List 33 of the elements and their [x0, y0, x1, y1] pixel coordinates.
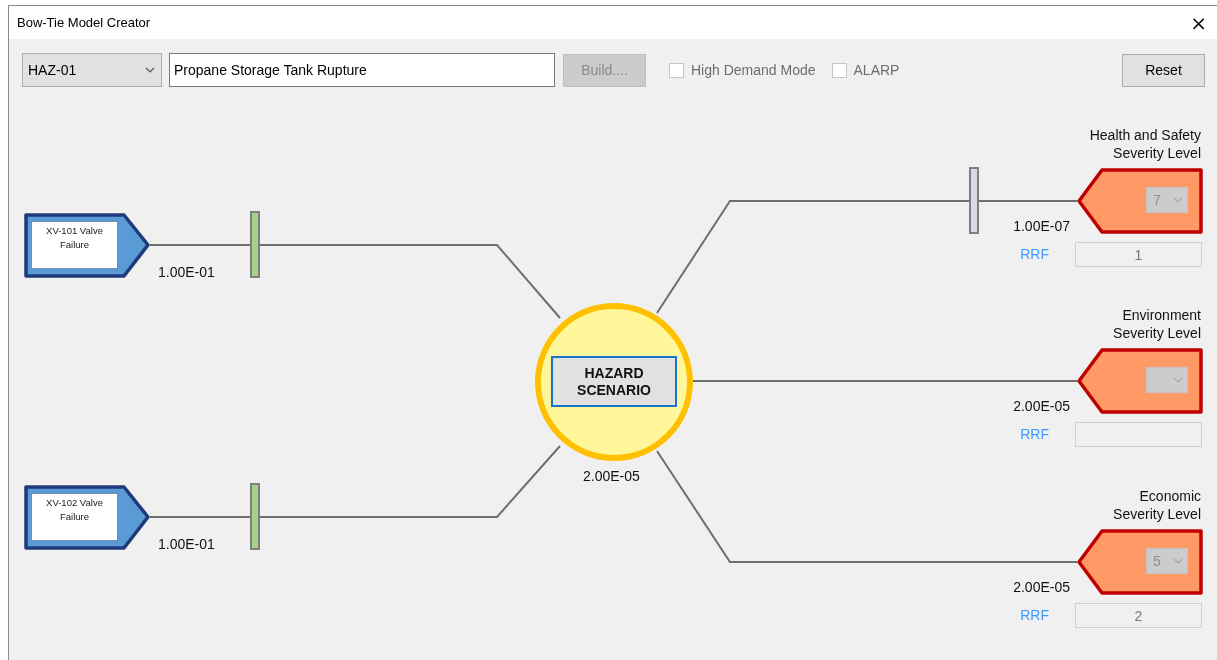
- severity-title: Environment Severity Level: [1112, 306, 1201, 342]
- threat-node[interactable]: XV-102 Valve Failure: [24, 485, 150, 550]
- severity-title: Health and Safety Severity Level: [1088, 126, 1201, 162]
- severity-title: Economic Severity Level: [1112, 487, 1201, 523]
- frequency-value: 2.00E-05: [1013, 398, 1070, 414]
- threat-label: XV-101 Valve Failure: [31, 221, 118, 269]
- probability-value: 1.00E-01: [158, 264, 215, 280]
- consequence-node[interactable]: [1077, 348, 1203, 414]
- window-title: Bow-Tie Model Creator: [17, 15, 151, 30]
- barrier[interactable]: [250, 211, 260, 278]
- checkbox[interactable]: [669, 62, 684, 78]
- rrf-field[interactable]: [1075, 422, 1202, 447]
- close-button[interactable]: ×: [1186, 12, 1211, 33]
- barrier[interactable]: [250, 483, 260, 550]
- rrf-label: RRF: [1020, 246, 1049, 262]
- checkbox[interactable]: [831, 62, 847, 78]
- rrf-field[interactable]: 1: [1075, 242, 1202, 267]
- hazard-frequency: 2.00E-05: [583, 468, 640, 484]
- hazard-dropdown[interactable]: HAZ-01: [22, 53, 162, 87]
- threat-node[interactable]: XV-101 Valve Failure: [24, 213, 150, 278]
- reset-button[interactable]: Reset: [1122, 53, 1205, 87]
- rrf-label: RRF: [1020, 607, 1049, 623]
- rrf-label: RRF: [1020, 426, 1049, 442]
- barrier[interactable]: [969, 167, 979, 234]
- frequency-value: 1.00E-07: [1013, 218, 1070, 234]
- checkbox-label: ALARP: [853, 62, 900, 78]
- hazard-scenario-button[interactable]: HAZARD SCENARIO: [551, 356, 677, 407]
- description-field[interactable]: Propane Storage Tank Rupture: [169, 53, 555, 87]
- threat-label: XV-102 Valve Failure: [31, 493, 118, 541]
- checkbox-label: High Demand Mode: [691, 62, 816, 78]
- frequency-value: 2.00E-05: [1013, 579, 1070, 595]
- probability-value: 1.00E-01: [158, 536, 215, 552]
- rrf-field[interactable]: 2: [1075, 603, 1202, 628]
